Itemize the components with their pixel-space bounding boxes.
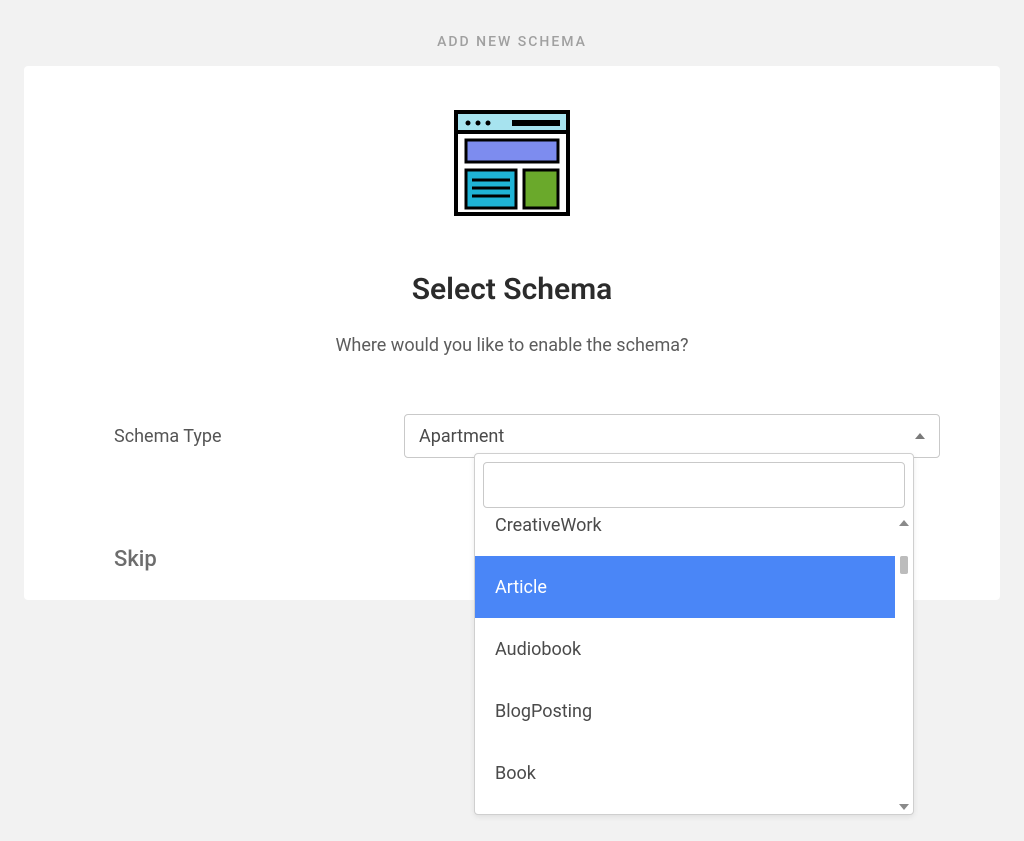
schema-type-select-button[interactable]: Apartment <box>404 414 940 458</box>
card-title: Select Schema <box>84 272 940 307</box>
dropdown-option-creativework-bottom[interactable]: CreativeWork <box>475 804 895 814</box>
dropdown-scroll-inner: CreativeWork Article Audiobook BlogPosti… <box>475 516 895 814</box>
dropdown-list: CreativeWork Article Audiobook BlogPosti… <box>475 516 913 814</box>
dropdown-search-input[interactable] <box>483 462 905 508</box>
dropdown-option-creativework-top[interactable]: CreativeWork <box>475 516 895 556</box>
skip-button[interactable]: Skip <box>84 547 157 572</box>
webpage-layout-icon <box>454 110 570 220</box>
card-subtitle: Where would you like to enable the schem… <box>84 335 940 356</box>
schema-type-dropdown-panel: CreativeWork Article Audiobook BlogPosti… <box>474 453 914 815</box>
schema-icon-wrap <box>84 110 940 220</box>
dropdown-search-wrap <box>475 454 913 516</box>
modal-header: ADD NEW SCHEMA <box>0 0 1024 50</box>
scrollbar-arrow-up-icon[interactable] <box>899 520 909 526</box>
schema-type-label: Schema Type <box>84 426 404 447</box>
scrollbar-arrow-down-icon[interactable] <box>899 804 909 810</box>
dropdown-option-audiobook[interactable]: Audiobook <box>475 618 895 680</box>
dropdown-option-blogposting[interactable]: BlogPosting <box>475 680 895 742</box>
schema-type-select[interactable]: Apartment <box>404 414 940 458</box>
schema-type-row: Schema Type Apartment <box>84 414 940 458</box>
scrollbar-thumb[interactable] <box>900 556 908 574</box>
schema-type-selected-value: Apartment <box>419 426 504 447</box>
dropdown-option-book[interactable]: Book <box>475 742 895 804</box>
caret-up-icon <box>915 433 925 439</box>
dropdown-option-article[interactable]: Article <box>475 556 895 618</box>
dropdown-scrollbar[interactable] <box>897 518 911 812</box>
